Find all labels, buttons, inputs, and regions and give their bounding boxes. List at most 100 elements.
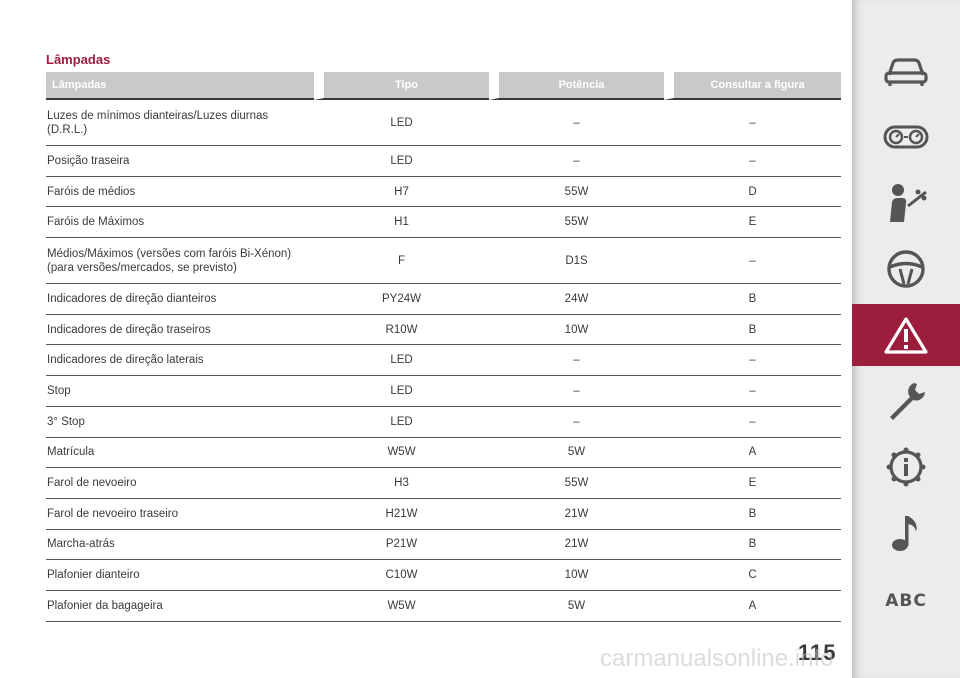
dashboard-gauges-icon xyxy=(883,125,929,149)
bulb-type-cell: H3 xyxy=(314,468,489,499)
bulb-type-cell: R10W xyxy=(314,315,489,346)
bulb-type-cell: P21W xyxy=(314,530,489,561)
table-row: Faróis de Máximos H1 55W E xyxy=(46,207,841,239)
sidebar-item-multimedia[interactable] xyxy=(852,502,960,564)
info-gear-icon xyxy=(886,447,926,487)
bulb-name-line: Plafonier da bagageira xyxy=(47,599,163,612)
figure-ref-cell: – xyxy=(664,146,841,177)
table-row: Farol de nevoeiro traseiro H21W 21W B xyxy=(46,499,841,530)
bulb-name-cell: Farol de nevoeiro xyxy=(46,468,314,499)
table-row: Médios/Máximos (versões com faróis Bi-Xé… xyxy=(46,238,841,285)
bulb-type-cell: H21W xyxy=(314,499,489,530)
sidebar-item-technical-data[interactable] xyxy=(852,436,960,498)
bulb-power-cell: – xyxy=(489,146,664,177)
bulb-power-cell: 55W xyxy=(489,207,664,239)
header-lampadas: Lâmpadas xyxy=(46,72,314,100)
bulb-name-cell: Indicadores de direção traseiros xyxy=(46,315,314,346)
table-row: Posição traseira LED – – xyxy=(46,146,841,177)
table-row: Faróis de médios H7 55W D xyxy=(46,177,841,208)
bulb-name-cell: Stop xyxy=(46,376,314,407)
bulb-name-cell: Plafonier da bagageira xyxy=(46,591,314,622)
sidebar-item-emergency[interactable] xyxy=(852,304,960,366)
bulb-type-cell: C10W xyxy=(314,560,489,591)
figure-ref-cell: C xyxy=(664,560,841,591)
seatbelt-passenger-icon xyxy=(890,184,927,222)
figure-ref-cell: – xyxy=(664,345,841,377)
table-row: Plafonier da bagageira W5W 5W A xyxy=(46,591,841,622)
sidebar-item-maintenance[interactable] xyxy=(852,370,960,432)
figure-ref-cell: D xyxy=(664,177,841,208)
bulb-name-cell: Indicadores de direção laterais xyxy=(46,345,314,377)
bulb-name-line: Farol de nevoeiro xyxy=(47,477,137,490)
bulbs-table: Lâmpadas Tipo Potência Consultar a figur… xyxy=(46,72,841,622)
abc-index-icon: ABC xyxy=(885,591,927,611)
bulb-name-line: Médios/Máximos (versões com faróis Bi-Xé… xyxy=(47,247,292,260)
bulb-name-cell: Indicadores de direção dianteiros xyxy=(46,284,314,315)
table-row: Matrícula W5W 5W A xyxy=(46,438,841,469)
bulb-name-line: Faróis de Máximos xyxy=(47,216,145,229)
figure-ref-cell: E xyxy=(664,207,841,239)
figure-ref-cell: – xyxy=(664,407,841,438)
bulb-type-cell: LED xyxy=(314,345,489,377)
table-row: Marcha-atrás P21W 21W B xyxy=(46,530,841,561)
bulb-type-cell: PY24W xyxy=(314,284,489,315)
table-row: Indicadores de direção traseiros R10W 10W B xyxy=(46,315,841,346)
bulb-name-cell: Faróis de médios xyxy=(46,177,314,208)
bulb-name-line: Posição traseira xyxy=(47,154,130,167)
table-row: Indicadores de direção laterais LED – – xyxy=(46,345,841,377)
table-header-row: Lâmpadas Tipo Potência Consultar a figur… xyxy=(46,72,841,100)
bulb-name-cell: Posição traseira xyxy=(46,146,314,177)
bulb-type-cell: H1 xyxy=(314,207,489,239)
bulb-type-cell: F xyxy=(314,238,489,285)
bulb-name-cell: Plafonier dianteiro xyxy=(46,560,314,591)
sidebar-item-index[interactable]: ABC xyxy=(852,570,960,632)
figure-ref-cell: – xyxy=(664,100,841,146)
bulb-name-cell: Faróis de Máximos xyxy=(46,207,314,239)
figure-ref-cell: E xyxy=(664,468,841,499)
figure-ref-cell: B xyxy=(664,530,841,561)
bulb-power-cell: – xyxy=(489,345,664,377)
bulb-power-cell: 24W xyxy=(489,284,664,315)
header-consultar-figura: Consultar a figura xyxy=(664,72,841,100)
bulb-name-cell: 3° Stop xyxy=(46,407,314,438)
music-note-icon xyxy=(892,516,917,551)
bulb-name-cell: Marcha-atrás xyxy=(46,530,314,561)
table-row: Indicadores de direção dianteiros PY24W 24… xyxy=(46,284,841,315)
bulb-power-cell: 10W xyxy=(489,315,664,346)
bulb-name-line: Indicadores de direção dianteiros xyxy=(47,292,217,305)
bulb-power-cell: – xyxy=(489,376,664,407)
watermark: carmanualsonline.info xyxy=(600,645,834,672)
bulb-power-cell: D1S xyxy=(489,238,664,285)
bulb-name-line: Faróis de médios xyxy=(47,185,136,198)
table-row: Plafonier dianteiro C10W 10W C xyxy=(46,560,841,591)
bulb-name-line: Stop xyxy=(47,384,71,397)
header-tipo: Tipo xyxy=(314,72,489,100)
chapter-sidebar: ABC xyxy=(852,0,960,678)
car-icon xyxy=(884,58,928,86)
bulbs-table-container: Lâmpadas Tipo Potência Consultar a figur… xyxy=(46,72,841,622)
bulb-type-cell: H7 xyxy=(314,177,489,208)
bulb-name-line: Indicadores de direção laterais xyxy=(47,354,204,367)
table-body: Luzes de mínimos dianteiras/Luzes diurna… xyxy=(46,100,841,622)
sidebar-item-instruments[interactable] xyxy=(852,106,960,168)
wrench-icon xyxy=(890,383,925,420)
figure-ref-cell: B xyxy=(664,315,841,346)
bulb-name-cell: Matrícula xyxy=(46,438,314,469)
figure-ref-cell: A xyxy=(664,438,841,469)
sidebar-item-safety[interactable] xyxy=(852,172,960,234)
bulb-name-line: Luzes de mínimos dianteiras/Luzes diurna… xyxy=(47,109,269,122)
header-potencia: Potência xyxy=(489,72,664,100)
bulb-type-cell: LED xyxy=(314,100,489,146)
bulb-power-cell: 5W xyxy=(489,438,664,469)
bulb-name-line: Marcha-atrás xyxy=(47,538,115,551)
steering-wheel-icon xyxy=(887,250,925,288)
figure-ref-cell: B xyxy=(664,284,841,315)
warning-triangle-icon xyxy=(884,317,928,354)
sidebar-item-driving[interactable] xyxy=(852,238,960,300)
figure-ref-cell: – xyxy=(664,238,841,285)
bulb-name-cell: Luzes de mínimos dianteiras/Luzes diurna… xyxy=(46,100,314,146)
bulb-power-cell: 21W xyxy=(489,530,664,561)
bulb-power-cell: 5W xyxy=(489,591,664,622)
table-row: Luzes de mínimos dianteiras/Luzes diurna… xyxy=(46,100,841,146)
sidebar-item-car[interactable] xyxy=(852,40,960,102)
